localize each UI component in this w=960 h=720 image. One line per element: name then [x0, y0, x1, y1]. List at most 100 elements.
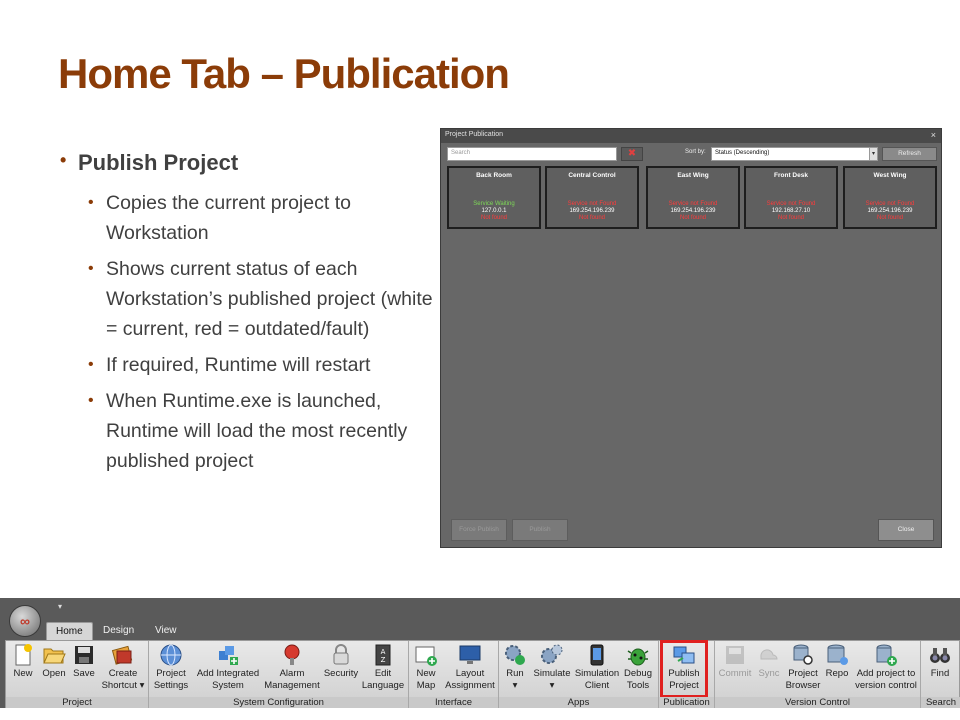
workstation-ip: 127.0.0.1	[481, 208, 507, 214]
workstation-status: Service not Found	[865, 201, 915, 207]
simulate-button[interactable]: Simulate ▾	[531, 643, 573, 691]
group-apps: Run ▾ Simulate ▾ Simulation Client Debug…	[499, 641, 659, 709]
tab-home[interactable]: Home	[46, 622, 93, 640]
dialog-title: Project Publication	[445, 131, 503, 138]
workstation-name: Central Control	[568, 172, 616, 179]
device-icon	[590, 644, 604, 666]
map-icon	[415, 646, 437, 666]
layout-assignment-button[interactable]: Layout Assignment	[443, 643, 497, 691]
open-button[interactable]: Open	[39, 643, 69, 679]
commit-icon	[726, 646, 744, 664]
quick-access-caret[interactable]: ▾	[58, 602, 62, 611]
workstation-ip: 192.168.27.10	[771, 208, 811, 214]
sort-label: Sort by:	[685, 149, 706, 155]
refresh-button[interactable]: Refresh	[882, 147, 937, 161]
publish-button[interactable]: Publish	[512, 519, 568, 541]
sync-button[interactable]: Sync	[755, 643, 783, 679]
workstation-found: Not found	[876, 215, 904, 221]
simulation-client-button[interactable]: Simulation Client	[573, 643, 621, 691]
workstation-name: Back Room	[476, 172, 512, 179]
database-icon	[827, 644, 848, 665]
security-button[interactable]: Security	[321, 643, 361, 679]
repo-button[interactable]: Repo	[823, 643, 851, 679]
workstation-name: West Wing	[873, 172, 907, 179]
workstation-ip: 169.254.196.239	[867, 208, 913, 214]
group-publication: Publish Project Publication	[659, 640, 715, 709]
bullet-sub: When Runtime.exe is launched, Runtime wi…	[88, 386, 440, 476]
shortcut-icon	[111, 645, 133, 665]
chevron-down-icon[interactable]: ▾	[869, 147, 878, 161]
bullet-main: Publish Project	[60, 150, 440, 176]
bullet-sub: Shows current status of each Workstation…	[88, 254, 440, 344]
workstation-status: Service Waiting	[473, 201, 515, 207]
folder-open-icon	[43, 648, 66, 664]
close-icon[interactable]: ×	[931, 130, 936, 140]
workstation-name: Front Desk	[774, 172, 808, 179]
workstation-status: Service not Found	[766, 201, 816, 207]
workstation-card[interactable]: West Wing Service not Found 169.254.196.…	[843, 166, 937, 229]
dialog-titlebar: Project Publication ×	[441, 129, 941, 143]
edit-language-button[interactable]: AZ Edit Language	[361, 643, 405, 691]
binoculars-icon	[930, 648, 950, 663]
group-interface: New Map Layout Assignment Interface	[409, 641, 499, 709]
workstation-found: Not found	[480, 215, 508, 221]
new-button[interactable]: New	[9, 643, 37, 679]
create-shortcut-button[interactable]: Create Shortcut ▾	[100, 643, 146, 691]
workstation-card[interactable]: East Wing Service not Found 169.254.196.…	[646, 166, 740, 229]
app-menu-button[interactable]: ∞	[9, 605, 41, 637]
workstation-name: East Wing	[677, 172, 709, 179]
workstation-found: Not found	[578, 215, 606, 221]
lock-icon	[333, 644, 349, 665]
find-button[interactable]: Find	[923, 643, 957, 679]
alarm-management-button[interactable]: Alarm Management	[263, 643, 321, 691]
tab-view[interactable]: View	[146, 622, 186, 640]
language-icon: AZ	[375, 644, 391, 666]
group-search: Find Search	[921, 641, 960, 709]
search-input[interactable]: Search	[447, 147, 617, 161]
project-publication-dialog: Project Publication × Search ✖ Sort by: …	[440, 128, 942, 548]
dialog-toolbar: Search ✖ Sort by: Status (Descending) ▾ …	[441, 143, 941, 165]
globe-icon	[160, 644, 182, 666]
commit-button[interactable]: Commit	[717, 643, 753, 679]
publish-icon	[673, 646, 695, 664]
add-to-version-control-button[interactable]: Add project to version control	[853, 643, 919, 691]
project-settings-button[interactable]: Project Settings	[151, 643, 191, 691]
workstation-status: Service not Found	[567, 201, 617, 207]
new-file-icon	[15, 644, 32, 666]
add-system-icon	[219, 646, 238, 665]
slide-title: Home Tab – Publication	[58, 50, 510, 97]
run-button[interactable]: Run ▾	[501, 643, 529, 691]
force-publish-button[interactable]: Force Publish	[451, 519, 507, 541]
group-system-configuration: Project Settings Add Integrated System A…	[149, 641, 409, 709]
workstation-card[interactable]: Back Room Service Waiting 127.0.0.1 Not …	[447, 166, 541, 229]
group-project: New Open Save Create Shortcut ▾ Project	[6, 641, 149, 709]
workstation-card[interactable]: Front Desk Service not Found 192.168.27.…	[744, 166, 838, 229]
group-version-control: Commit Sync Project Browser Repo Add pro…	[715, 641, 921, 709]
bug-icon	[627, 648, 649, 666]
database-search-icon	[793, 644, 813, 665]
project-browser-button[interactable]: Project Browser	[785, 643, 821, 691]
publish-project-button[interactable]: Publish Project	[660, 640, 708, 698]
workstation-found: Not found	[679, 215, 707, 221]
sort-select[interactable]: Status (Descending)	[711, 147, 877, 161]
workstation-status: Service not Found	[668, 201, 718, 207]
add-integrated-system-button[interactable]: Add Integrated System	[195, 643, 261, 691]
tab-design[interactable]: Design	[94, 622, 143, 640]
close-button[interactable]: Close	[878, 519, 934, 541]
new-map-button[interactable]: New Map	[411, 643, 441, 691]
monitor-icon	[459, 645, 481, 664]
clear-search-icon[interactable]: ✖	[621, 147, 643, 161]
workstation-card[interactable]: Central Control Service not Found 169.25…	[545, 166, 639, 229]
simulate-gear-icon	[541, 644, 563, 664]
bullet-sub: If required, Runtime will restart	[88, 350, 440, 380]
save-icon	[75, 646, 93, 664]
sync-icon	[760, 649, 778, 660]
workstation-ip: 169.254.196.239	[670, 208, 716, 214]
run-gear-icon	[505, 645, 525, 665]
save-button[interactable]: Save	[70, 643, 98, 679]
ribbon-panel: New Open Save Create Shortcut ▾ Project …	[5, 640, 960, 709]
ribbon-bottom-strip	[0, 708, 960, 720]
workstation-found: Not found	[777, 215, 805, 221]
svg-text:A: A	[381, 648, 386, 656]
debug-tools-button[interactable]: Debug Tools	[621, 643, 655, 691]
